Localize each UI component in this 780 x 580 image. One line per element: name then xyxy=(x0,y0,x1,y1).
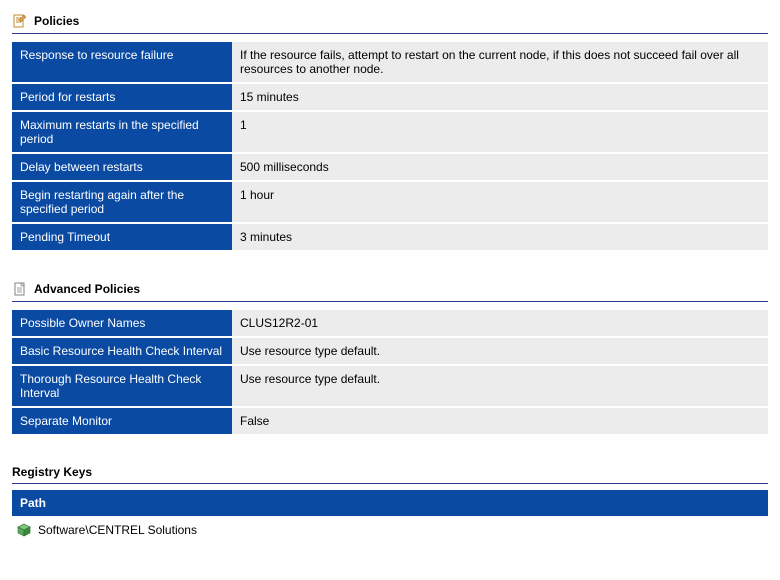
registry-path-value: Software\CENTREL Solutions xyxy=(38,523,197,537)
row-value: 3 minutes xyxy=(232,224,768,250)
row-label: Basic Resource Health Check Interval xyxy=(12,338,232,364)
row-value: Use resource type default. xyxy=(232,366,768,406)
registry-cube-icon xyxy=(16,522,32,538)
row-label: Maximum restarts in the specified period xyxy=(12,112,232,152)
table-row: Period for restarts 15 minutes xyxy=(12,84,768,110)
policies-title: Policies xyxy=(34,14,79,28)
row-value: If the resource fails, attempt to restar… xyxy=(232,42,768,82)
registry-column-header: Path xyxy=(12,490,768,516)
registry-keys-header: Registry Keys xyxy=(12,462,768,484)
row-label: Delay between restarts xyxy=(12,154,232,180)
row-label: Begin restarting again after the specifi… xyxy=(12,182,232,222)
row-label: Response to resource failure xyxy=(12,42,232,82)
table-row: Begin restarting again after the specifi… xyxy=(12,182,768,222)
advanced-policies-table: Possible Owner Names CLUS12R2-01 Basic R… xyxy=(12,308,768,436)
table-row: Maximum restarts in the specified period… xyxy=(12,112,768,152)
row-value: Use resource type default. xyxy=(232,338,768,364)
advanced-policies-header: Advanced Policies xyxy=(12,278,768,302)
row-value: 15 minutes xyxy=(232,84,768,110)
table-row: Response to resource failure If the reso… xyxy=(12,42,768,82)
table-row: Separate Monitor False xyxy=(12,408,768,434)
advanced-policies-section: Advanced Policies Possible Owner Names C… xyxy=(12,278,768,436)
row-value: False xyxy=(232,408,768,434)
row-label: Thorough Resource Health Check Interval xyxy=(12,366,232,406)
registry-keys-section: Registry Keys Path Software\CENTREL Solu… xyxy=(12,462,768,544)
policies-section: Policies Response to resource failure If… xyxy=(12,10,768,252)
row-value: 500 milliseconds xyxy=(232,154,768,180)
table-row: Delay between restarts 500 milliseconds xyxy=(12,154,768,180)
table-row: Basic Resource Health Check Interval Use… xyxy=(12,338,768,364)
advanced-policies-title: Advanced Policies xyxy=(34,282,140,296)
document-icon xyxy=(12,281,28,297)
row-label: Period for restarts xyxy=(12,84,232,110)
row-label: Pending Timeout xyxy=(12,224,232,250)
registry-keys-title: Registry Keys xyxy=(12,465,92,479)
policies-header: Policies xyxy=(12,10,768,34)
table-row: Pending Timeout 3 minutes xyxy=(12,224,768,250)
row-label: Possible Owner Names xyxy=(12,310,232,336)
table-row: Possible Owner Names CLUS12R2-01 xyxy=(12,310,768,336)
policies-table: Response to resource failure If the reso… xyxy=(12,40,768,252)
table-row: Thorough Resource Health Check Interval … xyxy=(12,366,768,406)
row-value: 1 hour xyxy=(232,182,768,222)
row-label: Separate Monitor xyxy=(12,408,232,434)
registry-row: Software\CENTREL Solutions xyxy=(12,516,768,544)
row-value: CLUS12R2-01 xyxy=(232,310,768,336)
edit-document-icon xyxy=(12,13,28,29)
row-value: 1 xyxy=(232,112,768,152)
